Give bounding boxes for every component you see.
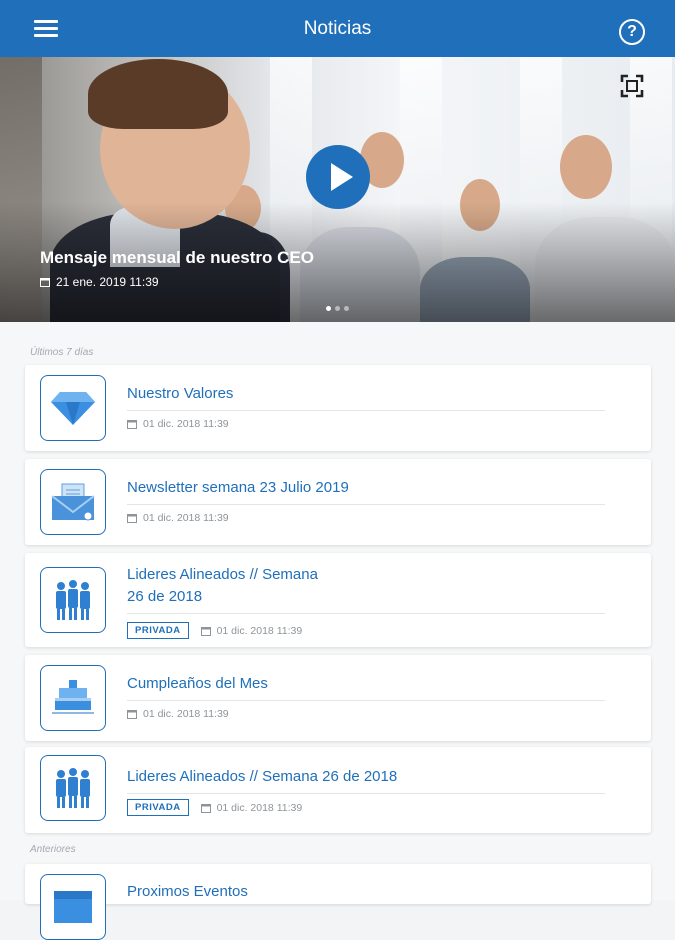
hero-date-text: 21 ene. 2019 11:39: [56, 275, 159, 289]
app-bar: Noticias ?: [0, 0, 675, 57]
newsletter-envelope-icon: [40, 469, 106, 535]
divider: [127, 410, 605, 411]
news-card-meta: PRIVADA 01 dic. 2018 11:39: [127, 622, 302, 639]
news-card-title: Lideres Alineados // Semana 26 de 2018: [127, 768, 398, 785]
carousel-dot[interactable]: [344, 306, 349, 311]
news-card-meta: 01 dic. 2018 11:39: [127, 708, 229, 720]
divider: [127, 793, 605, 794]
featured-news-carousel[interactable]: Mensaje mensual de nuestro CEO 21 ene. 2…: [0, 57, 675, 322]
news-card-date: 01 dic. 2018 11:39: [216, 801, 303, 814]
news-card-title: Cumpleaños del Mes: [127, 675, 268, 692]
news-card-date: 01 dic. 2018 11:39: [143, 512, 229, 524]
calendar-icon: [127, 514, 137, 523]
news-card[interactable]: Cumpleaños del Mes 01 dic. 2018 11:39: [25, 655, 651, 741]
hero-news-title[interactable]: Mensaje mensual de nuestro CEO: [40, 248, 314, 268]
news-card-date: 01 dic. 2018 11:39: [143, 418, 229, 430]
divider: [127, 504, 605, 505]
news-card-meta: 01 dic. 2018 11:39: [127, 512, 229, 524]
calendar-icon: [200, 626, 211, 636]
section-label-older: Anteriores: [30, 844, 76, 855]
page-title: Noticias: [303, 18, 372, 39]
news-list: Últimos 7 días Nuestro Valores 01 dic. 2…: [0, 322, 675, 940]
carousel-dot[interactable]: [335, 306, 340, 311]
diamond-icon: [40, 375, 106, 441]
calendar-icon: [40, 278, 50, 287]
news-card-title: Newsletter semana 23 Julio 2019: [127, 479, 349, 496]
news-card-title: Nuestro Valores: [127, 385, 234, 402]
news-card[interactable]: Nuestro Valores 01 dic. 2018 11:39: [25, 365, 651, 451]
calendar-icon: [200, 803, 211, 813]
play-video-button[interactable]: [306, 145, 370, 209]
divider: [127, 700, 605, 701]
news-card-meta: 01 dic. 2018 11:39: [127, 418, 229, 430]
photo-person-head: [560, 135, 612, 199]
private-badge: PRIVADA: [127, 799, 189, 816]
news-card[interactable]: Lideres Alineados // Semana 26 de 2018 P…: [25, 553, 651, 647]
birthday-cake-icon: [40, 665, 106, 731]
team-people-icon: [40, 567, 106, 633]
news-card[interactable]: Newsletter semana 23 Julio 2019 01 dic. …: [25, 459, 651, 545]
section-label-recent: Últimos 7 días: [30, 347, 94, 358]
carousel-dot[interactable]: [326, 306, 331, 311]
news-card-date: 01 dic. 2018 11:39: [216, 624, 303, 637]
hero-news-date: 21 ene. 2019 11:39: [40, 275, 159, 289]
news-card[interactable]: Proximos Eventos: [25, 864, 651, 940]
news-card-meta: PRIVADA 01 dic. 2018 11:39: [127, 799, 302, 816]
fullscreen-icon[interactable]: [620, 74, 644, 98]
news-card-date: 01 dic. 2018 11:39: [143, 708, 229, 720]
news-card-title-line-2: 26 de 2018: [127, 588, 203, 605]
team-people-icon: [40, 755, 106, 821]
photo-main-person-hair: [88, 59, 228, 129]
carousel-page-indicator[interactable]: [326, 306, 349, 311]
private-badge: PRIVADA: [127, 622, 189, 639]
divider: [127, 613, 605, 614]
news-card-title-line-1: Lideres Alineados // Semana: [127, 566, 318, 583]
calendar-events-icon: [40, 874, 106, 940]
news-card[interactable]: Lideres Alineados // Semana 26 de 2018 P…: [25, 747, 651, 833]
help-circle-icon[interactable]: ?: [619, 19, 645, 45]
calendar-icon: [127, 420, 137, 429]
calendar-icon: [127, 710, 137, 719]
